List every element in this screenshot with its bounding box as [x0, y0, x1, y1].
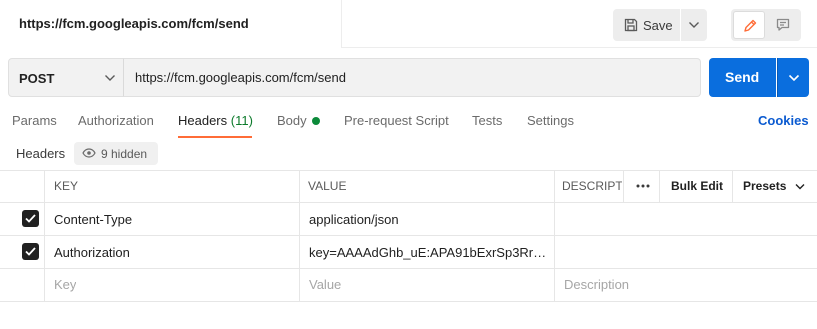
- row-checkbox[interactable]: [22, 210, 39, 227]
- header-key-cell[interactable]: Authorization: [54, 245, 130, 260]
- url-input[interactable]: [123, 58, 701, 97]
- column-divider: [732, 170, 733, 202]
- column-divider: [554, 170, 555, 301]
- checkmark-icon: [25, 214, 36, 223]
- hidden-headers-count: 9 hidden: [101, 147, 148, 161]
- tab-settings[interactable]: Settings: [527, 113, 574, 128]
- edit-mode-button[interactable]: [733, 11, 765, 39]
- more-horizontal-icon[interactable]: [636, 184, 650, 188]
- top-bar: https://fcm.googleapis.com/fcm/send Save: [0, 0, 817, 48]
- column-header-key: KEY: [54, 179, 79, 193]
- tab-pre-request-script[interactable]: Pre-request Script: [344, 113, 449, 128]
- cookies-link[interactable]: Cookies: [758, 113, 809, 128]
- header-value-cell[interactable]: key=AAAAdGhb_uE:APA91bExrSp3RrQc...: [309, 245, 549, 260]
- hidden-headers-toggle[interactable]: 9 hidden: [74, 142, 158, 165]
- column-header-description-text: DESCRIPTION: [562, 179, 622, 193]
- table-border: [0, 301, 817, 302]
- tab-body[interactable]: Body: [277, 113, 307, 128]
- column-divider: [623, 170, 624, 202]
- method-label: POST: [19, 71, 55, 86]
- checkmark-icon: [25, 247, 36, 256]
- send-dropdown-button[interactable]: [777, 58, 809, 97]
- column-divider: [44, 170, 45, 301]
- column-divider: [659, 170, 660, 202]
- tab-headers-label: Headers: [178, 113, 228, 128]
- floppy-disk-icon: [623, 17, 639, 33]
- comment-mode-button[interactable]: [768, 11, 798, 39]
- bulk-edit-button[interactable]: Bulk Edit: [671, 179, 723, 193]
- new-description-input[interactable]: Description: [564, 277, 629, 292]
- row-checkbox[interactable]: [22, 243, 39, 260]
- tab-authorization[interactable]: Authorization: [78, 113, 154, 128]
- request-tab-title[interactable]: https://fcm.googleapis.com/fcm/send: [0, 0, 342, 48]
- table-border: [0, 268, 817, 269]
- tab-headers[interactable]: Headers (11): [178, 113, 253, 128]
- header-value-cell[interactable]: application/json: [309, 212, 399, 227]
- request-tab-title-text: https://fcm.googleapis.com/fcm/send: [19, 16, 249, 31]
- active-tab-indicator: [178, 136, 252, 138]
- send-button-label: Send: [725, 69, 760, 85]
- table-border: [0, 170, 817, 171]
- pencil-icon: [744, 19, 757, 32]
- save-button-label: Save: [643, 18, 673, 33]
- tab-params[interactable]: Params: [12, 113, 57, 128]
- chevron-down-icon: [788, 74, 800, 82]
- header-key-cell[interactable]: Content-Type: [54, 212, 132, 227]
- new-key-input[interactable]: Key: [54, 277, 76, 292]
- column-header-description: DESCRIPTION: [562, 178, 622, 194]
- chevron-down-icon: [689, 22, 699, 28]
- save-button[interactable]: Save: [613, 9, 680, 41]
- eye-icon: [82, 148, 96, 158]
- chevron-down-icon[interactable]: [795, 183, 805, 190]
- method-select[interactable]: POST: [8, 58, 124, 97]
- tab-headers-count: (11): [230, 113, 253, 128]
- table-border: [0, 202, 817, 203]
- comment-icon: [776, 18, 790, 31]
- presets-dropdown[interactable]: Presets: [743, 179, 786, 193]
- save-dropdown-button[interactable]: [681, 9, 707, 41]
- tab-tests[interactable]: Tests: [472, 113, 502, 128]
- new-value-input[interactable]: Value: [309, 277, 341, 292]
- column-divider: [299, 170, 300, 301]
- headers-section-label: Headers: [16, 146, 66, 161]
- body-status-dot: [312, 117, 320, 125]
- send-button[interactable]: Send: [709, 58, 776, 97]
- table-border: [0, 235, 817, 236]
- column-header-value: VALUE: [308, 179, 347, 193]
- chevron-down-icon: [105, 75, 115, 81]
